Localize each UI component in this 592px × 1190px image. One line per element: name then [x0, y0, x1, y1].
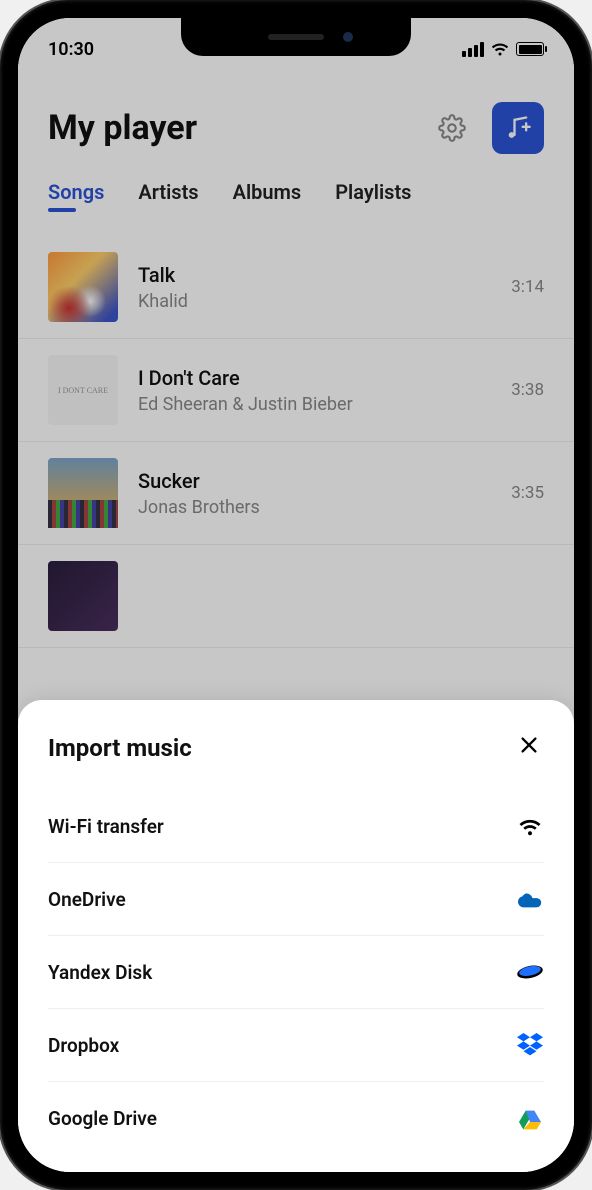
googledrive-icon [516, 1104, 544, 1132]
song-row[interactable]: Sucker Jonas Brothers 3:35 [18, 442, 574, 545]
song-title: Sucker [138, 469, 491, 493]
import-option-label: Wi-Fi transfer [48, 815, 164, 838]
song-duration: 3:35 [511, 483, 544, 503]
import-option-label: OneDrive [48, 888, 126, 911]
album-art: I DONT CARE [48, 355, 118, 425]
song-duration: 3:14 [511, 277, 544, 297]
import-option-google-drive[interactable]: Google Drive [48, 1082, 544, 1154]
import-option-label: Yandex Disk [48, 961, 152, 984]
battery-icon [516, 42, 544, 56]
close-icon [518, 734, 540, 756]
song-title: Talk [138, 263, 491, 287]
close-sheet-button[interactable] [514, 730, 544, 766]
yandexdisk-icon [516, 958, 544, 986]
device-notch [181, 18, 411, 56]
import-option-onedrive[interactable]: OneDrive [48, 863, 544, 936]
onedrive-icon [516, 885, 544, 913]
dropbox-icon [516, 1031, 544, 1059]
songs-list: Talk Khalid 3:14 I DONT CARE I Don't Car… [18, 222, 574, 662]
signal-icon [462, 42, 484, 57]
import-option-label: Google Drive [48, 1107, 157, 1130]
import-option-dropbox[interactable]: Dropbox [48, 1009, 544, 1082]
status-time: 10:30 [48, 39, 94, 60]
library-tabs: Songs Artists Albums Playlists [18, 174, 574, 222]
tab-songs[interactable]: Songs [48, 180, 104, 212]
song-title: I Don't Care [138, 366, 491, 390]
import-music-sheet: Import music Wi-Fi transfer OneDrive Yan… [18, 700, 574, 1172]
tab-playlists[interactable]: Playlists [335, 180, 411, 212]
album-art [48, 458, 118, 528]
gear-icon [438, 114, 466, 142]
song-artist: Jonas Brothers [138, 497, 491, 518]
song-duration: 3:38 [511, 380, 544, 400]
wifi-icon [516, 812, 544, 840]
song-row[interactable] [18, 545, 574, 648]
song-artist: Khalid [138, 291, 491, 312]
music-plus-icon [504, 114, 532, 142]
song-row[interactable]: I DONT CARE I Don't Care Ed Sheeran & Ju… [18, 339, 574, 442]
import-option-wi-fi-transfer[interactable]: Wi-Fi transfer [48, 790, 544, 863]
settings-button[interactable] [432, 108, 472, 148]
tab-artists[interactable]: Artists [138, 180, 198, 212]
tab-albums[interactable]: Albums [233, 180, 302, 212]
import-option-yandex-disk[interactable]: Yandex Disk [48, 936, 544, 1009]
album-art [48, 252, 118, 322]
sheet-title: Import music [48, 734, 192, 762]
add-music-button[interactable] [492, 102, 544, 154]
song-artist: Ed Sheeran & Justin Bieber [138, 394, 491, 415]
wifi-status-icon [490, 41, 510, 57]
import-option-label: Dropbox [48, 1034, 119, 1057]
song-row[interactable]: Talk Khalid 3:14 [18, 236, 574, 339]
page-title: My player [48, 108, 197, 148]
album-art [48, 561, 118, 631]
